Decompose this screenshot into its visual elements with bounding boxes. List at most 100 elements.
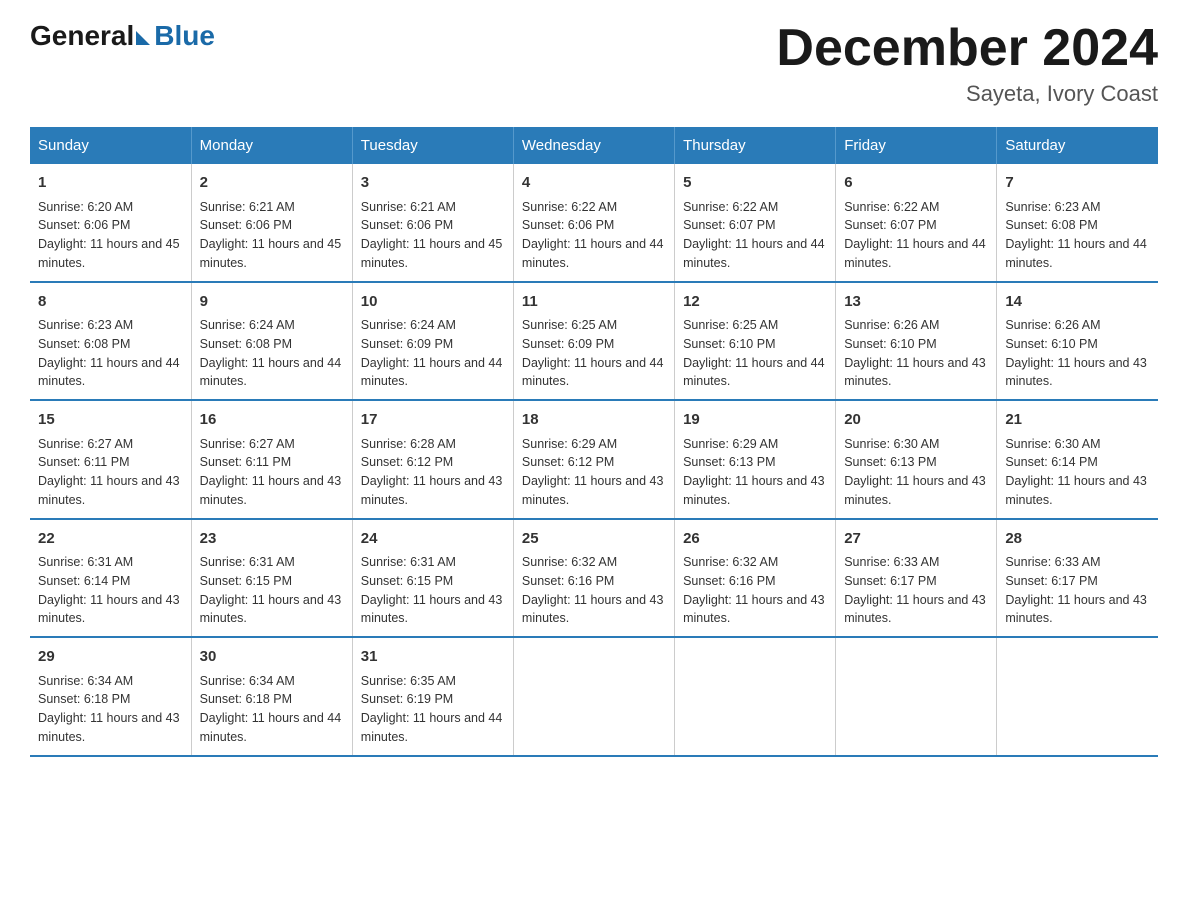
logo-blue-text: Blue <box>154 20 215 52</box>
calendar-cell <box>997 637 1158 756</box>
day-info: Sunrise: 6:33 AMSunset: 6:17 PMDaylight:… <box>844 553 988 628</box>
calendar-cell: 27Sunrise: 6:33 AMSunset: 6:17 PMDayligh… <box>836 519 997 638</box>
day-number: 3 <box>361 172 505 195</box>
calendar-cell: 12Sunrise: 6:25 AMSunset: 6:10 PMDayligh… <box>675 282 836 401</box>
day-info: Sunrise: 6:27 AMSunset: 6:11 PMDaylight:… <box>200 435 344 510</box>
day-info: Sunrise: 6:22 AMSunset: 6:06 PMDaylight:… <box>522 198 666 273</box>
logo: General Blue <box>30 20 215 52</box>
calendar-cell: 21 Sunrise: 6:30 AMSunset: 6:14 PMDayligh… <box>997 400 1158 519</box>
day-number: 20 <box>844 409 988 432</box>
calendar-cell: 10Sunrise: 6:24 AMSunset: 6:09 PMDayligh… <box>352 282 513 401</box>
day-info: Sunrise: 6:22 AMSunset: 6:07 PMDaylight:… <box>844 198 988 273</box>
day-info: Sunrise: 6:22 AMSunset: 6:07 PMDaylight:… <box>683 198 827 273</box>
day-number: 16 <box>200 409 344 432</box>
day-info: Sunrise: 6:21 AMSunset: 6:06 PMDaylight:… <box>200 198 344 273</box>
day-number: 21 <box>1005 409 1150 432</box>
day-number: 24 <box>361 528 505 551</box>
calendar-cell: 11Sunrise: 6:25 AMSunset: 6:09 PMDayligh… <box>513 282 674 401</box>
header-thursday: Thursday <box>675 127 836 164</box>
page-header: General Blue December 2024 Sayeta, Ivory… <box>30 20 1158 107</box>
day-number: 17 <box>361 409 505 432</box>
day-number: 1 <box>38 172 183 195</box>
day-number: 4 <box>522 172 666 195</box>
calendar-week-row: 15Sunrise: 6:27 AMSunset: 6:11 PMDayligh… <box>30 400 1158 519</box>
day-info: Sunrise: 6:21 AMSunset: 6:06 PMDaylight:… <box>361 198 505 273</box>
day-number: 23 <box>200 528 344 551</box>
day-info: Sunrise: 6:32 AMSunset: 6:16 PMDaylight:… <box>522 553 666 628</box>
day-info: Sunrise: 6:24 AMSunset: 6:09 PMDaylight:… <box>361 316 505 391</box>
calendar-cell: 19 Sunrise: 6:29 AMSunset: 6:13 PMDayligh… <box>675 400 836 519</box>
calendar-cell: 26Sunrise: 6:32 AMSunset: 6:16 PMDayligh… <box>675 519 836 638</box>
day-number: 9 <box>200 291 344 314</box>
calendar-cell: 23Sunrise: 6:31 AMSunset: 6:15 PMDayligh… <box>191 519 352 638</box>
title-block: December 2024 Sayeta, Ivory Coast <box>776 20 1158 107</box>
calendar-cell: 31Sunrise: 6:35 AMSunset: 6:19 PMDayligh… <box>352 637 513 756</box>
calendar-cell: 7Sunrise: 6:23 AMSunset: 6:08 PMDaylight… <box>997 164 1158 282</box>
day-info: Sunrise: 6:25 AMSunset: 6:10 PMDaylight:… <box>683 316 827 391</box>
calendar-table: SundayMondayTuesdayWednesdayThursdayFrid… <box>30 127 1158 757</box>
day-number: 27 <box>844 528 988 551</box>
day-info: Sunrise: 6:29 AMSunset: 6:13 PMDaylight:… <box>683 435 827 510</box>
day-info: Sunrise: 6:35 AMSunset: 6:19 PMDaylight:… <box>361 672 505 747</box>
day-number: 28 <box>1005 528 1150 551</box>
day-number: 8 <box>38 291 183 314</box>
day-number: 18 <box>522 409 666 432</box>
calendar-cell: 22Sunrise: 6:31 AMSunset: 6:14 PMDayligh… <box>30 519 191 638</box>
header-tuesday: Tuesday <box>352 127 513 164</box>
calendar-cell: 15Sunrise: 6:27 AMSunset: 6:11 PMDayligh… <box>30 400 191 519</box>
day-info: Sunrise: 6:34 AMSunset: 6:18 PMDaylight:… <box>200 672 344 747</box>
calendar-cell: 29Sunrise: 6:34 AMSunset: 6:18 PMDayligh… <box>30 637 191 756</box>
day-number: 2 <box>200 172 344 195</box>
calendar-week-row: 8Sunrise: 6:23 AMSunset: 6:08 PMDaylight… <box>30 282 1158 401</box>
day-number: 30 <box>200 646 344 669</box>
day-info: Sunrise: 6:32 AMSunset: 6:16 PMDaylight:… <box>683 553 827 628</box>
calendar-cell: 20Sunrise: 6:30 AMSunset: 6:13 PMDayligh… <box>836 400 997 519</box>
header-sunday: Sunday <box>30 127 191 164</box>
day-info: Sunrise: 6:26 AMSunset: 6:10 PMDaylight:… <box>844 316 988 391</box>
calendar-cell: 3 Sunrise: 6:21 AMSunset: 6:06 PMDaylight… <box>352 164 513 282</box>
calendar-week-row: 1Sunrise: 6:20 AMSunset: 6:06 PMDaylight… <box>30 164 1158 282</box>
calendar-cell: 1Sunrise: 6:20 AMSunset: 6:06 PMDaylight… <box>30 164 191 282</box>
day-info: Sunrise: 6:24 AMSunset: 6:08 PMDaylight:… <box>200 316 344 391</box>
day-number: 25 <box>522 528 666 551</box>
day-number: 6 <box>844 172 988 195</box>
day-number: 5 <box>683 172 827 195</box>
calendar-week-row: 22Sunrise: 6:31 AMSunset: 6:14 PMDayligh… <box>30 519 1158 638</box>
calendar-cell: 14Sunrise: 6:26 AMSunset: 6:10 PMDayligh… <box>997 282 1158 401</box>
calendar-cell: 16 Sunrise: 6:27 AMSunset: 6:11 PMDayligh… <box>191 400 352 519</box>
calendar-cell: 17Sunrise: 6:28 AMSunset: 6:12 PMDayligh… <box>352 400 513 519</box>
calendar-cell: 24Sunrise: 6:31 AMSunset: 6:15 PMDayligh… <box>352 519 513 638</box>
header-monday: Monday <box>191 127 352 164</box>
day-info: Sunrise: 6:31 AMSunset: 6:15 PMDaylight:… <box>200 553 344 628</box>
day-number: 14 <box>1005 291 1150 314</box>
calendar-cell: 6 Sunrise: 6:22 AMSunset: 6:07 PMDaylight… <box>836 164 997 282</box>
day-info: Sunrise: 6:30 AMSunset: 6:14 PMDaylight:… <box>1005 435 1150 510</box>
calendar-header-row: SundayMondayTuesdayWednesdayThursdayFrid… <box>30 127 1158 164</box>
day-info: Sunrise: 6:23 AMSunset: 6:08 PMDaylight:… <box>1005 198 1150 273</box>
header-wednesday: Wednesday <box>513 127 674 164</box>
calendar-cell: 9Sunrise: 6:24 AMSunset: 6:08 PMDaylight… <box>191 282 352 401</box>
day-info: Sunrise: 6:31 AMSunset: 6:14 PMDaylight:… <box>38 553 183 628</box>
day-info: Sunrise: 6:31 AMSunset: 6:15 PMDaylight:… <box>361 553 505 628</box>
calendar-week-row: 29Sunrise: 6:34 AMSunset: 6:18 PMDayligh… <box>30 637 1158 756</box>
calendar-cell: 18 Sunrise: 6:29 AMSunset: 6:12 PMDayligh… <box>513 400 674 519</box>
day-info: Sunrise: 6:23 AMSunset: 6:08 PMDaylight:… <box>38 316 183 391</box>
day-number: 11 <box>522 291 666 314</box>
logo-general-text: General <box>30 20 134 52</box>
day-info: Sunrise: 6:29 AMSunset: 6:12 PMDaylight:… <box>522 435 666 510</box>
day-number: 26 <box>683 528 827 551</box>
day-number: 12 <box>683 291 827 314</box>
header-saturday: Saturday <box>997 127 1158 164</box>
day-info: Sunrise: 6:26 AMSunset: 6:10 PMDaylight:… <box>1005 316 1150 391</box>
calendar-cell: 8Sunrise: 6:23 AMSunset: 6:08 PMDaylight… <box>30 282 191 401</box>
day-info: Sunrise: 6:25 AMSunset: 6:09 PMDaylight:… <box>522 316 666 391</box>
logo-arrow-icon <box>136 31 150 45</box>
day-number: 13 <box>844 291 988 314</box>
day-number: 19 <box>683 409 827 432</box>
calendar-cell: 30 Sunrise: 6:34 AMSunset: 6:18 PMDayligh… <box>191 637 352 756</box>
day-number: 22 <box>38 528 183 551</box>
calendar-cell: 5 Sunrise: 6:22 AMSunset: 6:07 PMDaylight… <box>675 164 836 282</box>
calendar-cell <box>675 637 836 756</box>
day-info: Sunrise: 6:33 AMSunset: 6:17 PMDaylight:… <box>1005 553 1150 628</box>
calendar-cell: 28Sunrise: 6:33 AMSunset: 6:17 PMDayligh… <box>997 519 1158 638</box>
